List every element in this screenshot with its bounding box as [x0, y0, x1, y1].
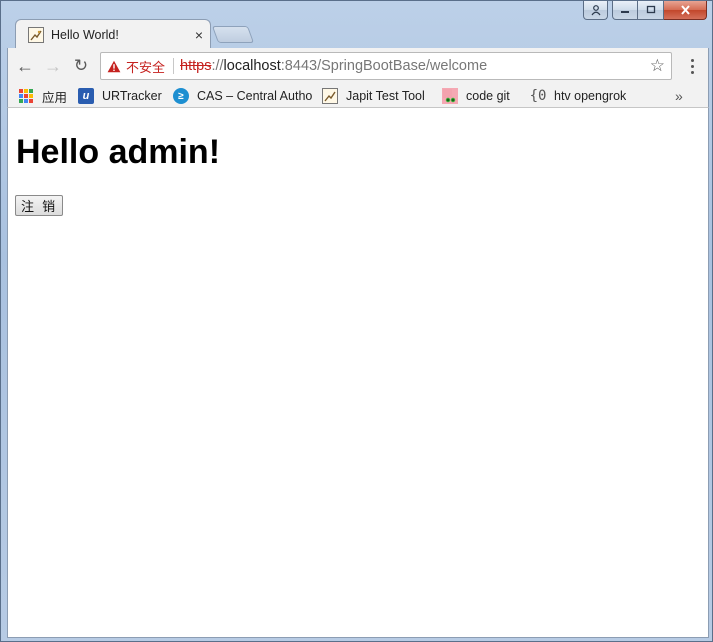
bookmark-code-git[interactable]: code git	[442, 86, 510, 106]
forward-arrow-icon[interactable]: →	[42, 56, 64, 76]
bookmarks-bar: 应用 u URTracker ≥ CAS – Central Autho Jap…	[7, 84, 709, 108]
browser-toolbar: ← → ↻ 不安全 https://localhost:8443/SpringB…	[7, 48, 709, 84]
url-host: localhost	[223, 58, 281, 74]
page-favicon-icon	[28, 26, 44, 43]
bookmark-japit[interactable]: Japit Test Tool	[322, 86, 425, 106]
braces-icon: {0	[529, 88, 547, 104]
close-window-button[interactable]	[664, 1, 707, 20]
minimize-button[interactable]	[612, 1, 638, 20]
reload-icon[interactable]: ↻	[70, 56, 92, 76]
tab-title: Hello World!	[51, 27, 119, 42]
bookmark-label: CAS – Central Autho	[197, 89, 313, 103]
bookmark-label: Japit Test Tool	[346, 89, 425, 103]
page-content: Hello admin! 注 销	[7, 108, 709, 638]
address-bar[interactable]: 不安全 https://localhost:8443/SpringBootBas…	[100, 52, 672, 80]
url-scheme: https	[180, 58, 212, 74]
git-icon	[442, 88, 458, 104]
security-status-label[interactable]: 不安全	[126, 57, 165, 76]
window-caption-buttons	[583, 1, 707, 21]
bookmark-label: URTracker	[102, 89, 162, 103]
browser-window: Hello World! × ← → ↻ 不安全 https://localho…	[0, 0, 713, 642]
apps-grid-icon	[18, 88, 34, 104]
new-tab-button[interactable]	[211, 26, 255, 43]
cas-icon: ≥	[173, 88, 189, 104]
page-heading: Hello admin!	[16, 133, 221, 171]
bookmark-urtracker[interactable]: u URTracker	[78, 86, 162, 106]
image-icon	[322, 88, 338, 104]
bookmark-htv-opengrok[interactable]: {0 htv opengrok	[526, 86, 627, 106]
bookmark-label: htv opengrok	[554, 89, 627, 103]
bookmark-label: code git	[466, 89, 510, 103]
tab-close-icon[interactable]: ×	[188, 27, 210, 43]
address-separator	[173, 58, 175, 74]
titlebar-background	[7, 1, 187, 11]
bookmark-star-icon[interactable]: ☆	[650, 56, 665, 76]
browser-menu-icon[interactable]	[683, 56, 701, 76]
url-scheme-separator: ://	[211, 58, 224, 74]
warning-icon	[107, 60, 121, 72]
urtracker-icon: u	[78, 88, 94, 104]
url-path: :8443/SpringBootBase/welcome	[280, 58, 488, 74]
bookmarks-overflow-icon[interactable]: »	[675, 86, 683, 106]
bookmark-cas[interactable]: ≥ CAS – Central Autho	[173, 86, 313, 106]
bookmark-apps[interactable]: 应用	[18, 86, 67, 106]
logout-button[interactable]: 注 销	[15, 195, 64, 216]
tab-hello-world[interactable]: Hello World! ×	[15, 19, 211, 49]
back-arrow-icon[interactable]: ←	[14, 56, 36, 76]
maximize-button[interactable]	[638, 1, 664, 20]
bookmark-label: 应用	[42, 90, 68, 105]
user-profile-icon[interactable]	[583, 1, 608, 20]
